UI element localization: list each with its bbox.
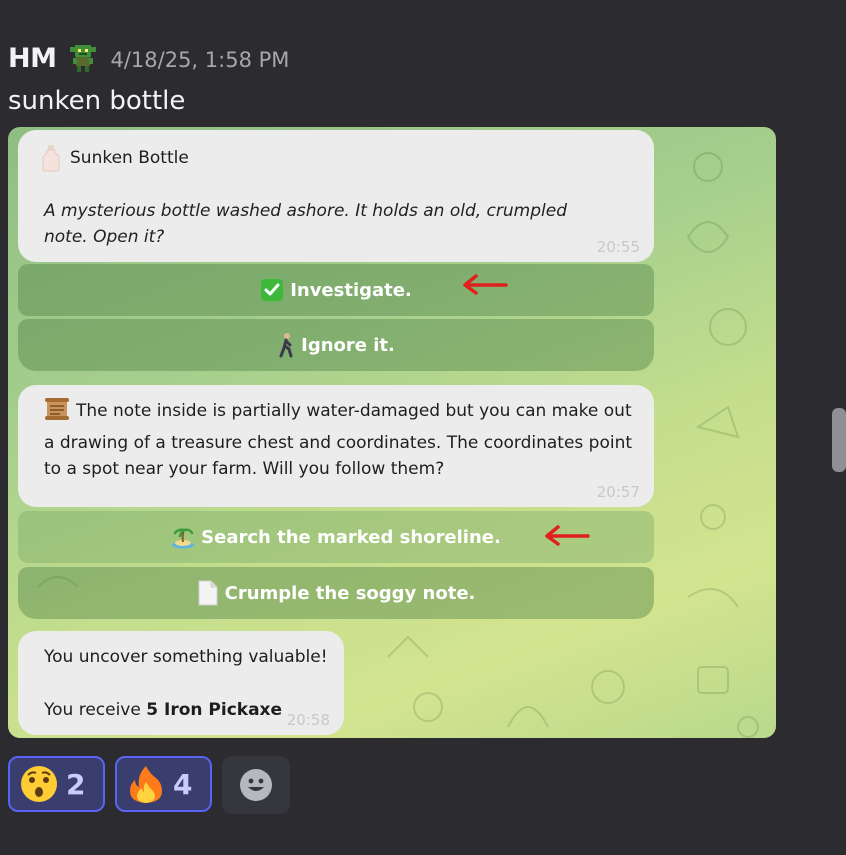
crumple-note-button[interactable]: Crumple the soggy note. bbox=[18, 567, 654, 619]
event-description: A mysterious bottle washed ashore. It ho… bbox=[44, 201, 567, 247]
add-reaction-button[interactable] bbox=[222, 756, 290, 814]
red-arrow-annotation bbox=[545, 525, 590, 546]
message-header: HM 4/18/25, 1:58 PM bbox=[8, 38, 289, 78]
ignore-label: Ignore it. bbox=[301, 334, 395, 356]
reward-line: You receive 5 Iron Pickaxe bbox=[44, 700, 282, 720]
astonished-face-icon bbox=[20, 765, 58, 803]
search-shoreline-label: Search the marked shoreline. bbox=[201, 526, 501, 548]
reward-card: You uncover something valuable! You rece… bbox=[18, 631, 344, 735]
add-reaction-icon bbox=[239, 768, 273, 802]
message-time: 20:58 bbox=[286, 711, 330, 729]
message-text: sunken bottle bbox=[8, 86, 186, 116]
message-time: 20:57 bbox=[596, 483, 640, 501]
goblin-emoji-icon bbox=[66, 41, 100, 75]
reward-prefix: You receive bbox=[44, 700, 141, 720]
event-card-note: The note inside is partially water-damag… bbox=[18, 385, 654, 507]
bottle-icon bbox=[42, 144, 60, 172]
reward-item: 5 Iron Pickaxe bbox=[146, 700, 283, 720]
investigate-label: Investigate. bbox=[290, 279, 412, 301]
event-title-row: Sunken Bottle bbox=[42, 144, 189, 172]
checkmark-icon bbox=[260, 278, 284, 302]
scrollbar-thumb[interactable] bbox=[832, 408, 846, 472]
event-title: Sunken Bottle bbox=[70, 148, 189, 168]
reaction-count: 2 bbox=[66, 767, 86, 801]
scroll-icon bbox=[44, 397, 70, 430]
red-arrow-annotation bbox=[463, 274, 508, 295]
event-card-sunken-bottle: Sunken Bottle A mysterious bottle washed… bbox=[18, 130, 654, 262]
author-name[interactable]: HM bbox=[8, 43, 57, 74]
page-icon bbox=[197, 580, 219, 606]
reaction-fire[interactable]: 4 bbox=[115, 756, 212, 812]
note-text-block: The note inside is partially water-damag… bbox=[44, 397, 644, 483]
island-icon bbox=[171, 525, 195, 549]
message-timestamp: 4/18/25, 1:58 PM bbox=[110, 48, 290, 72]
note-text: The note inside is partially water-damag… bbox=[44, 401, 633, 479]
crumple-note-label: Crumple the soggy note. bbox=[224, 582, 476, 604]
ignore-button[interactable]: Ignore it. bbox=[18, 319, 654, 371]
fire-icon bbox=[127, 764, 165, 804]
reactions-bar: 2 4 bbox=[8, 756, 290, 814]
walking-person-icon bbox=[277, 332, 295, 358]
reaction-astonished[interactable]: 2 bbox=[8, 756, 105, 812]
message-time: 20:55 bbox=[596, 238, 640, 256]
reward-text: You uncover something valuable! bbox=[44, 647, 328, 667]
attached-screenshot[interactable]: Sunken Bottle A mysterious bottle washed… bbox=[8, 127, 776, 738]
reaction-count: 4 bbox=[173, 767, 193, 801]
investigate-button[interactable]: Investigate. bbox=[18, 264, 654, 316]
discord-message-view: HM 4/18/25, 1:58 PM sunken bottle Sunken… bbox=[0, 0, 846, 855]
